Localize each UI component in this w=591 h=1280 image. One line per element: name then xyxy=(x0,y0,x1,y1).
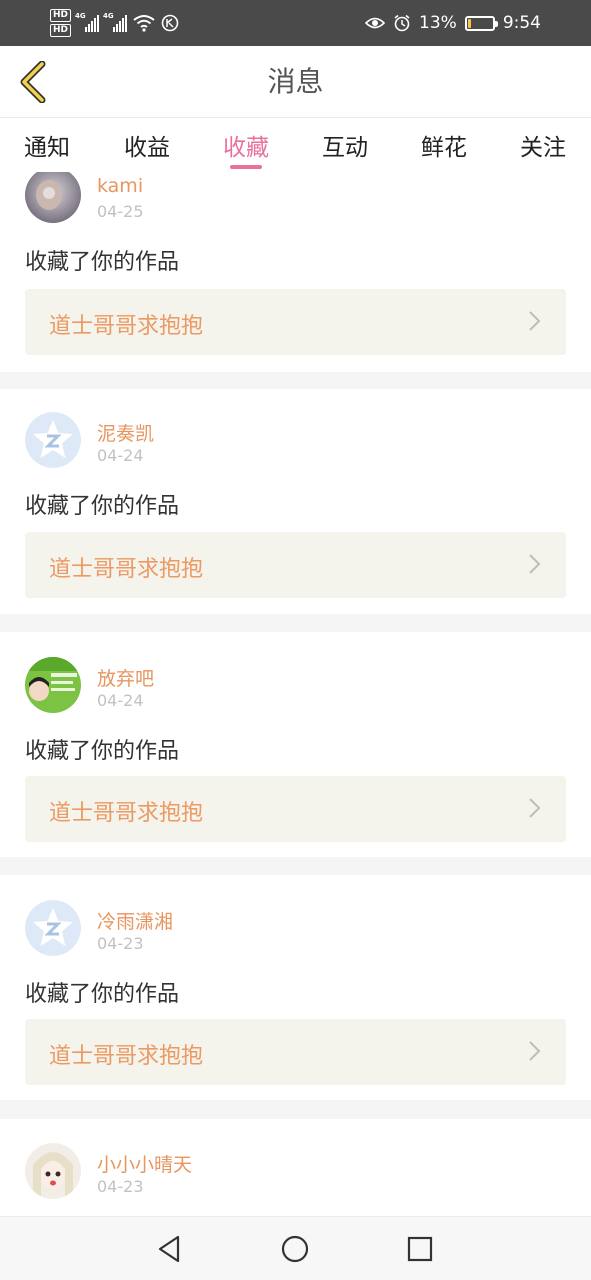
notice-action: 收藏了你的作品 xyxy=(25,982,180,1007)
hd-indicators: HD HD xyxy=(50,9,72,37)
work-title: 道士哥哥求抱抱 xyxy=(49,801,204,826)
data-saver-icon xyxy=(161,14,179,32)
tab-favorites[interactable]: 收藏 xyxy=(206,128,286,162)
back-button[interactable] xyxy=(12,60,54,104)
status-left: HD HD 4G 4G xyxy=(50,6,179,40)
wifi-icon xyxy=(133,15,155,32)
system-nav-bar xyxy=(0,1216,591,1280)
active-tab-indicator xyxy=(230,165,262,169)
work-link[interactable]: 道士哥哥求抱抱 xyxy=(25,776,566,842)
tab-earnings[interactable]: 收益 xyxy=(107,128,187,162)
chevron-left-icon xyxy=(20,61,46,103)
work-title: 道士哥哥求抱抱 xyxy=(49,314,204,339)
user-name[interactable]: 冷雨潇湘 xyxy=(97,907,173,934)
user-name[interactable]: 泥奏凯 xyxy=(97,419,154,446)
chevron-right-icon xyxy=(529,798,541,818)
notice-action: 收藏了你的作品 xyxy=(25,739,180,764)
user-avatar[interactable] xyxy=(25,657,81,713)
notice-date: 04-23 xyxy=(97,934,144,953)
qq-default-avatar-icon xyxy=(25,412,81,468)
qq-default-avatar-icon xyxy=(25,900,81,956)
nav-home-button[interactable] xyxy=(277,1231,313,1267)
work-link[interactable]: 道士哥哥求抱抱 xyxy=(25,289,566,355)
avatar-photo-icon xyxy=(25,657,81,713)
nav-recents-button[interactable] xyxy=(402,1231,438,1267)
battery-percent: 13% xyxy=(419,13,457,33)
favorite-notice-card: kami 04-25 收藏了你的作品 道士哥哥求抱抱 xyxy=(0,172,591,372)
circle-home-icon xyxy=(281,1235,309,1263)
clock: 9:54 xyxy=(502,13,541,33)
notice-action: 收藏了你的作品 xyxy=(25,494,180,519)
tab-bar: 通知 收益 收藏 互动 鲜花 关注 xyxy=(0,118,591,172)
favorite-notice-card: 放弃吧 04-24 收藏了你的作品 道士哥哥求抱抱 xyxy=(0,632,591,857)
user-name[interactable]: 小小小晴天 xyxy=(97,1150,192,1177)
notice-date: 04-24 xyxy=(97,446,144,465)
favorites-feed[interactable]: kami 04-25 收藏了你的作品 道士哥哥求抱抱 泥奏凯 04-24 收藏了… xyxy=(0,172,591,1216)
notice-date: 04-24 xyxy=(97,691,144,710)
user-name[interactable]: 放弃吧 xyxy=(97,664,154,691)
avatar-photo-icon xyxy=(25,172,81,223)
avatar-photo-icon xyxy=(25,1143,81,1199)
user-avatar[interactable] xyxy=(25,900,81,956)
tab-following[interactable]: 关注 xyxy=(503,128,583,162)
work-title: 道士哥哥求抱抱 xyxy=(49,1044,204,1069)
eye-icon xyxy=(365,17,386,29)
work-link[interactable]: 道士哥哥求抱抱 xyxy=(25,532,566,598)
nav-back-button[interactable] xyxy=(151,1231,187,1267)
chevron-right-icon xyxy=(529,311,541,331)
network-type-2: 4G xyxy=(103,12,114,20)
chevron-right-icon xyxy=(529,1041,541,1061)
hd-badge-1: HD xyxy=(50,9,72,22)
user-name[interactable]: kami xyxy=(97,175,143,197)
notice-date: 04-25 xyxy=(97,202,144,221)
network-type-1: 4G xyxy=(75,12,86,20)
triangle-back-icon xyxy=(158,1235,180,1263)
notice-date: 04-23 xyxy=(97,1177,144,1196)
hd-badge-2: HD xyxy=(50,24,72,37)
user-avatar[interactable] xyxy=(25,412,81,468)
battery-icon xyxy=(464,15,498,31)
favorite-notice-card: 泥奏凯 04-24 收藏了你的作品 道士哥哥求抱抱 xyxy=(0,389,591,614)
notice-action: 收藏了你的作品 xyxy=(25,250,180,275)
favorite-notice-card: 小小小晴天 04-23 xyxy=(0,1119,591,1216)
user-avatar[interactable] xyxy=(25,172,81,223)
work-title: 道士哥哥求抱抱 xyxy=(49,557,204,582)
tab-notifications[interactable]: 通知 xyxy=(7,128,87,162)
work-link[interactable]: 道士哥哥求抱抱 xyxy=(25,1019,566,1085)
chevron-right-icon xyxy=(529,554,541,574)
status-bar: HD HD 4G 4G 13% 9:54 xyxy=(0,0,591,46)
alarm-icon xyxy=(394,14,410,32)
status-right: 13% 9:54 xyxy=(365,8,541,38)
signal-icon-1: 4G xyxy=(75,12,100,32)
page-title: 消息 xyxy=(267,65,324,98)
square-recents-icon xyxy=(407,1236,433,1262)
tab-flowers[interactable]: 鲜花 xyxy=(404,128,484,162)
tab-interactions[interactable]: 互动 xyxy=(305,128,385,162)
signal-icon-2: 4G xyxy=(103,12,128,32)
user-avatar[interactable] xyxy=(25,1143,81,1199)
favorite-notice-card: 冷雨潇湘 04-23 收藏了你的作品 道士哥哥求抱抱 xyxy=(0,875,591,1100)
battery-fill xyxy=(467,18,471,28)
title-bar: 消息 xyxy=(0,46,591,118)
